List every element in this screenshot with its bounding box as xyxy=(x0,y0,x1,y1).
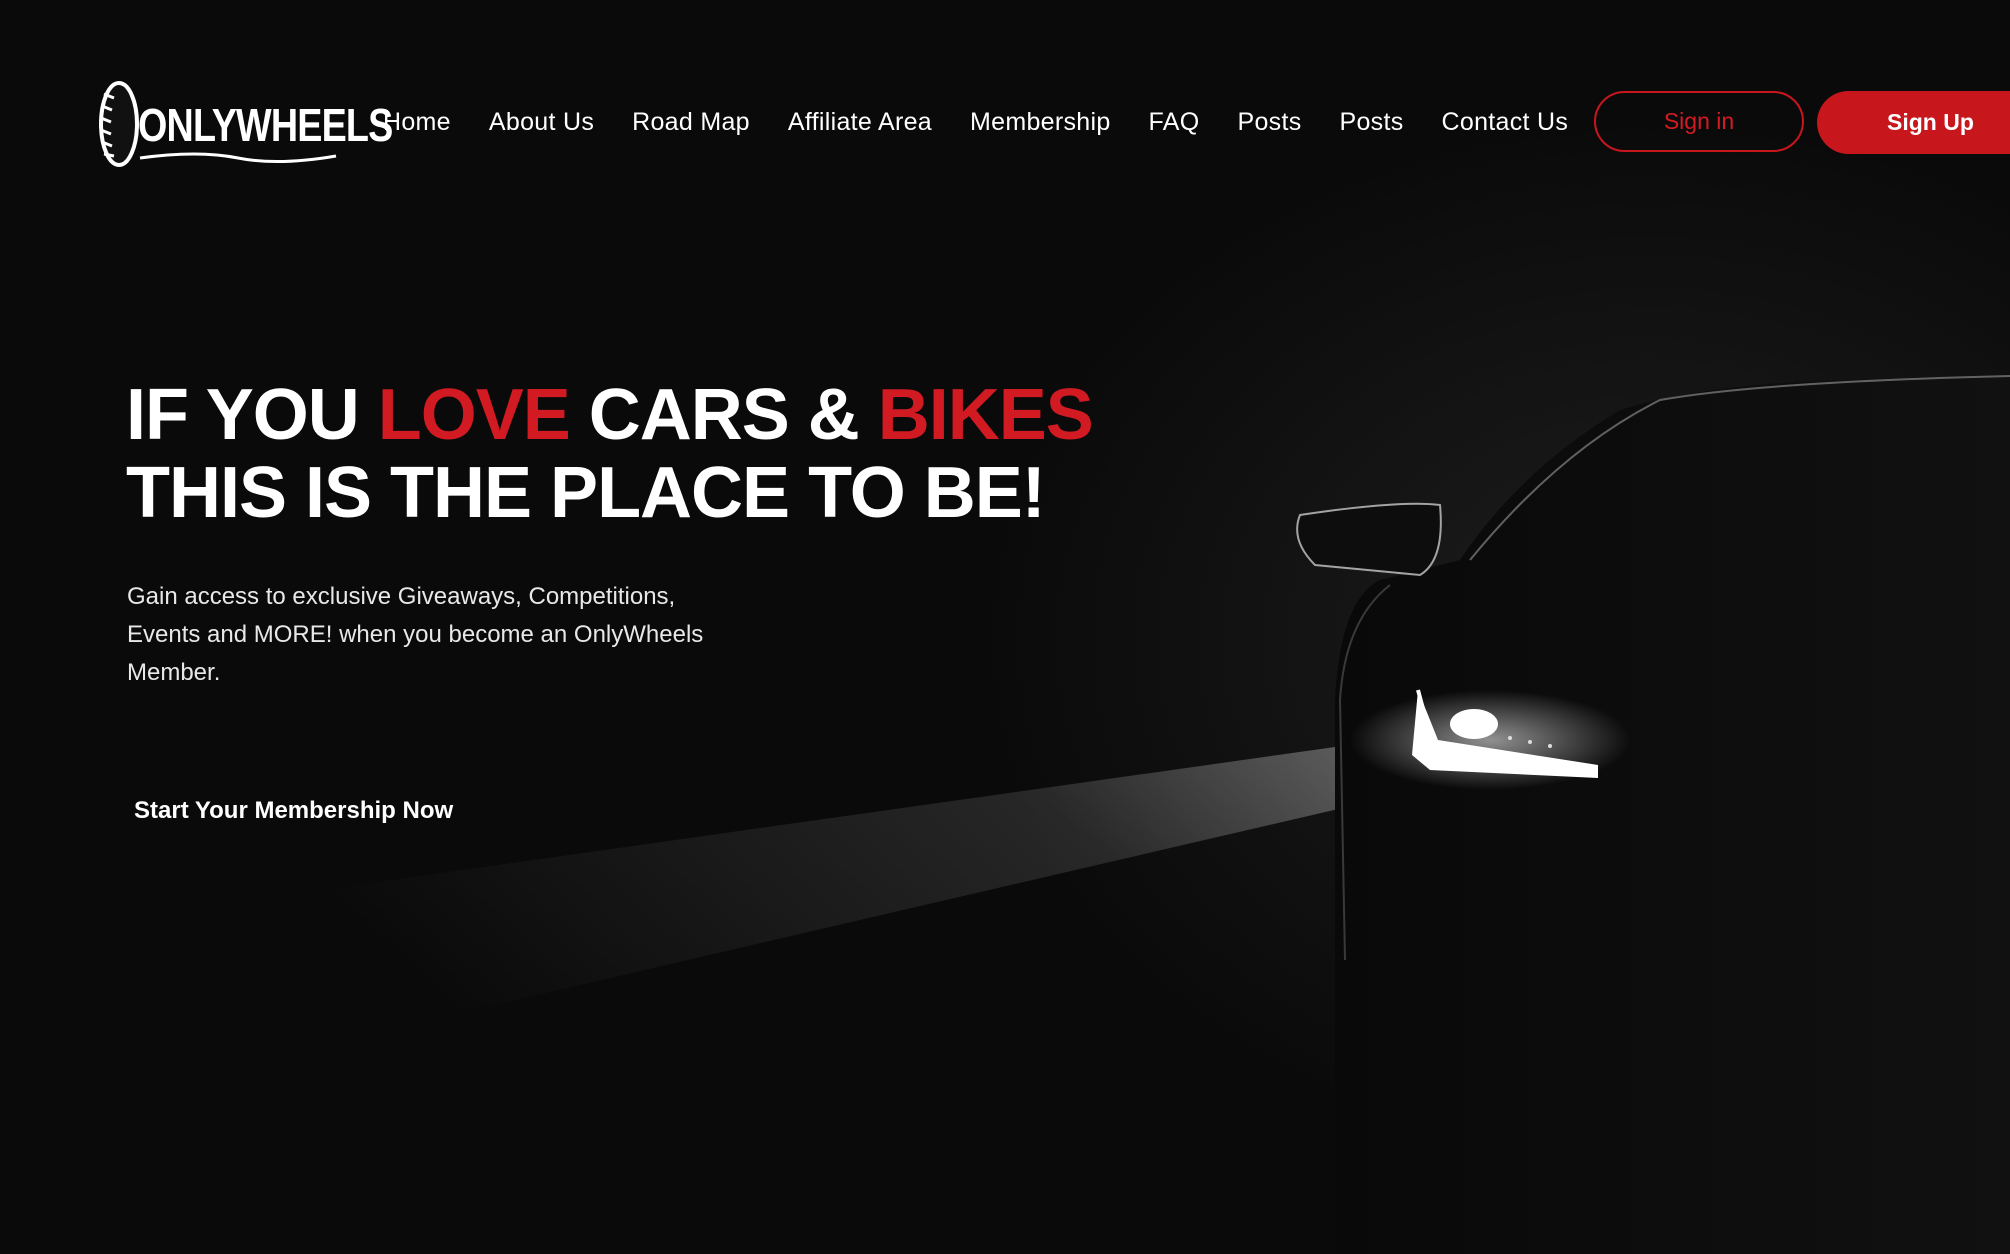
nav-posts[interactable]: Posts xyxy=(1237,108,1301,137)
hero-title-accent-bikes: BIKES xyxy=(877,375,1094,455)
nav-about-us[interactable]: About Us xyxy=(489,108,594,137)
nav-posts-2[interactable]: Posts xyxy=(1340,108,1404,137)
nav-faq[interactable]: FAQ xyxy=(1149,108,1200,137)
hero-title-accent-love: LOVE xyxy=(377,375,571,455)
logo-swoosh-icon xyxy=(139,152,337,164)
hero-title-line2: THIS IS THE PLACE TO BE! xyxy=(126,453,1046,533)
main-nav: Home About Us Road Map Affiliate Area Me… xyxy=(383,104,1568,140)
start-membership-button[interactable]: Start Your Membership Now xyxy=(134,797,453,825)
nav-contact-us[interactable]: Contact Us xyxy=(1442,108,1569,137)
nav-membership[interactable]: Membership xyxy=(970,108,1111,137)
logo-text: ONLYWHEELS xyxy=(138,99,393,151)
hero-title-text: CARS & xyxy=(569,375,878,455)
hero-title-text: IF YOU xyxy=(126,375,378,455)
sign-in-button[interactable]: Sign in xyxy=(1594,91,1804,152)
nav-affiliate-area[interactable]: Affiliate Area xyxy=(788,108,932,137)
nav-road-map[interactable]: Road Map xyxy=(632,108,750,137)
sign-up-button[interactable]: Sign Up xyxy=(1817,91,2010,154)
nav-home[interactable]: Home xyxy=(383,108,451,137)
logo[interactable]: ONLYWHEELS xyxy=(98,78,393,170)
landing-page: ONLYWHEELS Home About Us Road Map Affili… xyxy=(0,0,2010,1254)
hero-title: IF YOU LOVE CARS & BIKES THIS IS THE PLA… xyxy=(126,375,1094,533)
hero-description: Gain access to exclusive Giveaways, Comp… xyxy=(127,583,704,686)
tire-icon xyxy=(99,81,139,167)
hero-title-line1: IF YOU LOVE CARS & BIKES xyxy=(126,375,1094,455)
